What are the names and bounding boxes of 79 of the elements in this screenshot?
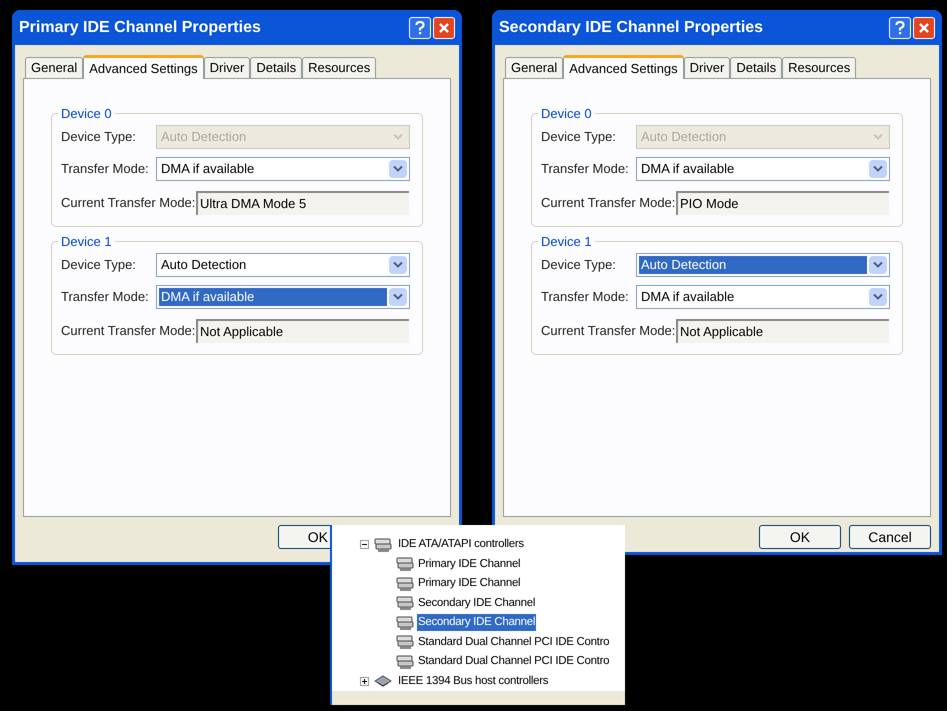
chevron-down-icon bbox=[393, 261, 403, 269]
dropdown-value: DMA if available bbox=[160, 160, 256, 178]
dropdown-value: DMA if available bbox=[159, 288, 387, 306]
tree-item[interactable]: Primary IDE Channel bbox=[417, 556, 522, 573]
tree-item[interactable]: Standard Dual Channel PCI IDE Contro bbox=[417, 634, 610, 651]
read-only-field: PIO Mode bbox=[676, 191, 889, 215]
dropdown-value: Auto Detection bbox=[639, 256, 867, 274]
tab[interactable]: General bbox=[505, 57, 564, 78]
dropdown-value: Auto Detection bbox=[640, 128, 728, 146]
field-label: Current Transfer Mode: bbox=[61, 323, 196, 338]
chevron-down-icon bbox=[873, 261, 883, 269]
dropdown[interactable]: DMA if available bbox=[636, 285, 890, 309]
close-icon bbox=[438, 22, 450, 34]
controller-icon bbox=[396, 614, 414, 631]
dropdown-value: Auto Detection bbox=[160, 256, 248, 274]
chevron-down-icon bbox=[393, 133, 403, 141]
expand-icon[interactable] bbox=[360, 676, 369, 686]
chevron-down-icon bbox=[873, 133, 883, 141]
chevron-down-icon bbox=[873, 293, 883, 301]
collapse-icon[interactable] bbox=[360, 540, 369, 550]
window-title: Secondary IDE Channel Properties bbox=[499, 18, 764, 38]
tab[interactable]: Driver bbox=[684, 57, 730, 78]
tree-item[interactable]: Secondary IDE Channel bbox=[417, 594, 536, 612]
tree-item[interactable]: Primary IDE Channel bbox=[417, 575, 522, 592]
tree-item[interactable]: IEEE 1394 Bus host controllers bbox=[397, 672, 550, 690]
controller-icon bbox=[374, 536, 392, 553]
close-icon bbox=[918, 22, 930, 34]
tab[interactable]: General bbox=[25, 57, 84, 78]
dropdown-value: DMA if available bbox=[640, 160, 736, 178]
window-title: Primary IDE Channel Properties bbox=[19, 18, 261, 38]
dropdown-value: DMA if available bbox=[640, 288, 736, 306]
controller-icon bbox=[396, 634, 414, 650]
controller-icon bbox=[396, 595, 414, 612]
tab[interactable]: Resources bbox=[782, 57, 856, 78]
tab[interactable]: Resources bbox=[302, 57, 376, 78]
field-label: Transfer Mode: bbox=[61, 289, 149, 304]
field-label: Device Type: bbox=[541, 257, 616, 272]
tab[interactable]: Details bbox=[250, 57, 302, 78]
dropdown[interactable]: DMA if available bbox=[156, 157, 410, 181]
dropdown[interactable]: DMA if available bbox=[156, 285, 410, 309]
tab[interactable]: Advanced Settings bbox=[83, 55, 204, 79]
chevron-down-icon bbox=[873, 165, 883, 173]
help-button[interactable] bbox=[889, 16, 911, 38]
controller-icon bbox=[396, 556, 414, 572]
field-label: Current Transfer Mode: bbox=[541, 195, 676, 210]
read-only-field: Not Applicable bbox=[676, 319, 889, 343]
close-button[interactable] bbox=[433, 16, 455, 38]
controller-icon bbox=[396, 654, 414, 670]
dialog-button[interactable]: Cancel bbox=[849, 525, 931, 549]
read-only-field: Not Applicable bbox=[196, 319, 409, 343]
field-label: Current Transfer Mode: bbox=[61, 195, 196, 210]
question-mark-icon bbox=[895, 20, 905, 34]
chip-icon bbox=[374, 673, 392, 690]
close-button[interactable] bbox=[913, 16, 935, 38]
chevron-down-icon bbox=[393, 293, 403, 301]
tree-item[interactable]: Standard Dual Channel PCI IDE Contro bbox=[417, 653, 610, 670]
field-label: Transfer Mode: bbox=[541, 289, 629, 304]
controller-icon bbox=[396, 576, 414, 592]
dropdown[interactable]: Auto Detection bbox=[636, 253, 890, 277]
read-only-field: Ultra DMA Mode 5 bbox=[196, 191, 409, 215]
tab[interactable]: Driver bbox=[204, 57, 250, 78]
field-label: Transfer Mode: bbox=[541, 161, 629, 176]
field-label: Device Type: bbox=[541, 129, 616, 144]
tree-item[interactable]: Secondary IDE Channel bbox=[417, 614, 536, 632]
dropdown-value: Auto Detection bbox=[160, 128, 248, 146]
dropdown[interactable]: Auto Detection bbox=[156, 253, 410, 277]
help-button[interactable] bbox=[409, 16, 431, 38]
tree-item[interactable]: IDE ATA/ATAPI controllers bbox=[397, 536, 525, 554]
tab[interactable]: Details bbox=[730, 57, 782, 78]
dropdown[interactable]: DMA if available bbox=[636, 157, 890, 181]
field-label: Device Type: bbox=[61, 129, 136, 144]
tab[interactable]: Advanced Settings bbox=[563, 55, 684, 79]
field-label: Current Transfer Mode: bbox=[541, 323, 676, 338]
chevron-down-icon bbox=[393, 165, 403, 173]
field-label: Device Type: bbox=[61, 257, 136, 272]
field-label: Transfer Mode: bbox=[61, 161, 149, 176]
dialog-button[interactable]: OK bbox=[278, 525, 330, 549]
dialog-button[interactable]: OK bbox=[759, 525, 841, 549]
question-mark-icon bbox=[415, 20, 425, 34]
